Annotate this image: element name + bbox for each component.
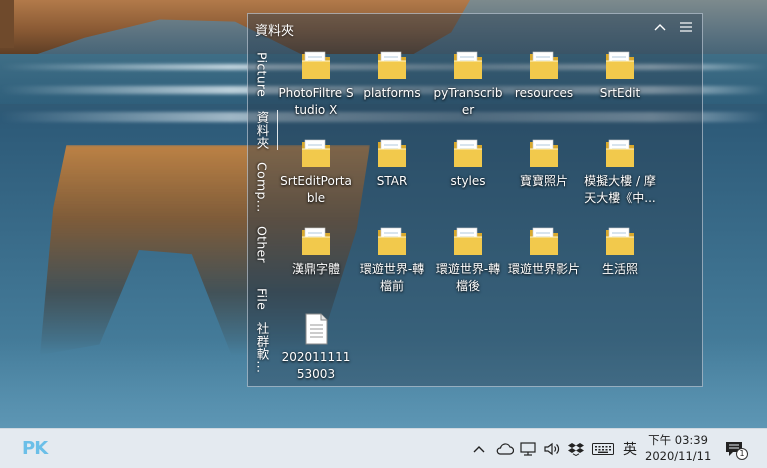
taskbar-clock[interactable]: 下午 03:39 2020/11/11 — [645, 432, 711, 464]
item-label: 環遊世界-轉檔後 — [435, 262, 501, 293]
tab-picture[interactable]: Picture — [248, 50, 276, 100]
network-icon[interactable] — [518, 429, 538, 468]
item-label: resources — [514, 86, 574, 100]
pk-logo: PK — [22, 438, 48, 459]
desktop-fence[interactable]: 資料夾 Picture 資料夾 Comp... Other File 社群軟..… — [247, 13, 703, 387]
hamburger-icon[interactable] — [677, 18, 695, 36]
ime-indicator[interactable]: 英 — [620, 429, 640, 468]
item-label: pyTranscriber — [433, 86, 503, 117]
folder-icon — [376, 224, 408, 258]
folder-icon — [604, 136, 636, 170]
folder-icon — [376, 48, 408, 82]
taskbar: PK 英 下午 03:39 2020/11/11 — [0, 428, 767, 468]
folder-item[interactable]: 寶寶照片 — [506, 136, 582, 190]
wallpaper-rock-edge — [0, 0, 14, 48]
folder-item[interactable]: resources — [506, 48, 582, 102]
fence-icon-grid: PhotoFiltre Studio X platforms pyTranscrib… — [278, 44, 698, 384]
folder-icon — [452, 48, 484, 82]
tab-label: 社群軟... — [254, 322, 270, 374]
dropbox-icon[interactable] — [566, 429, 586, 468]
tab-social[interactable]: 社群軟... — [248, 322, 276, 374]
item-label: platforms — [363, 86, 421, 100]
folder-icon — [452, 136, 484, 170]
item-label: 生活照 — [601, 262, 638, 276]
item-label: 環遊世界-轉檔前 — [359, 262, 425, 293]
chevron-up-icon[interactable] — [470, 429, 488, 468]
tab-other[interactable]: Other — [248, 222, 276, 266]
folder-icon — [528, 136, 560, 170]
item-label: STAR — [376, 174, 408, 188]
folder-item[interactable]: pyTranscriber — [430, 48, 506, 119]
item-label: PhotoFiltre Studio X — [278, 86, 354, 117]
fence-title: 資料夾 — [255, 24, 295, 39]
tab-label: 資料夾 — [254, 110, 270, 150]
tab-label: Comp... — [254, 161, 270, 213]
folder-item[interactable]: 漢鼎字體 — [278, 224, 354, 278]
folder-icon — [528, 224, 560, 258]
tab-label: File — [254, 287, 270, 311]
tab-file[interactable]: File — [248, 282, 276, 316]
text-file-icon — [300, 312, 332, 346]
item-label: styles — [450, 174, 486, 188]
keyboard-icon[interactable] — [590, 429, 616, 468]
item-label: 模擬大樓 / 摩天大樓《中... — [584, 174, 656, 205]
folder-item[interactable]: 生活照 — [582, 224, 658, 278]
folder-item[interactable]: SrtEdit — [582, 48, 658, 102]
folder-item[interactable]: 模擬大樓 / 摩天大樓《中... — [582, 136, 658, 207]
folder-item[interactable]: platforms — [354, 48, 430, 102]
fence-titlebar[interactable]: 資料夾 — [248, 14, 702, 42]
cloud-icon[interactable] — [494, 429, 516, 468]
tab-label: Picture — [254, 52, 270, 98]
item-label: SrtEditPortable — [280, 174, 352, 205]
item-label: 環遊世界影片 — [507, 262, 580, 276]
folder-icon — [376, 136, 408, 170]
folder-icon — [528, 48, 560, 82]
folder-item[interactable]: STAR — [354, 136, 430, 190]
item-label: 漢鼎字體 — [291, 262, 340, 276]
file-item[interactable]: 20201111153003 — [278, 312, 354, 383]
folder-icon — [300, 136, 332, 170]
tab-label: Other — [254, 225, 270, 263]
folder-item[interactable]: SrtEditPortable — [278, 136, 354, 207]
folder-icon — [452, 224, 484, 258]
folder-icon — [604, 48, 636, 82]
folder-item[interactable]: 環遊世界-轉檔前 — [354, 224, 430, 295]
folder-item[interactable]: 環遊世界-轉檔後 — [430, 224, 506, 295]
clock-time: 下午 03:39 — [648, 433, 708, 447]
folder-icon — [300, 224, 332, 258]
speaker-icon[interactable] — [542, 429, 562, 468]
folder-icon — [604, 224, 636, 258]
fence-tabs: Picture 資料夾 Comp... Other File 社群軟... — [248, 46, 278, 376]
item-label: SrtEdit — [599, 86, 641, 100]
folder-item[interactable]: PhotoFiltre Studio X — [278, 48, 354, 119]
folder-icon — [300, 48, 332, 82]
folder-item[interactable]: styles — [430, 136, 506, 190]
tab-comp[interactable]: Comp... — [248, 160, 276, 214]
item-label: 20201111153003 — [281, 350, 351, 381]
chevron-up-icon[interactable] — [651, 18, 669, 36]
folder-item[interactable]: 環遊世界影片 — [506, 224, 582, 278]
clock-date: 2020/11/11 — [645, 449, 712, 463]
item-label: 寶寶照片 — [519, 174, 568, 188]
notification-count: 1 — [736, 448, 748, 460]
tab-folder[interactable]: 資料夾 — [248, 108, 278, 152]
